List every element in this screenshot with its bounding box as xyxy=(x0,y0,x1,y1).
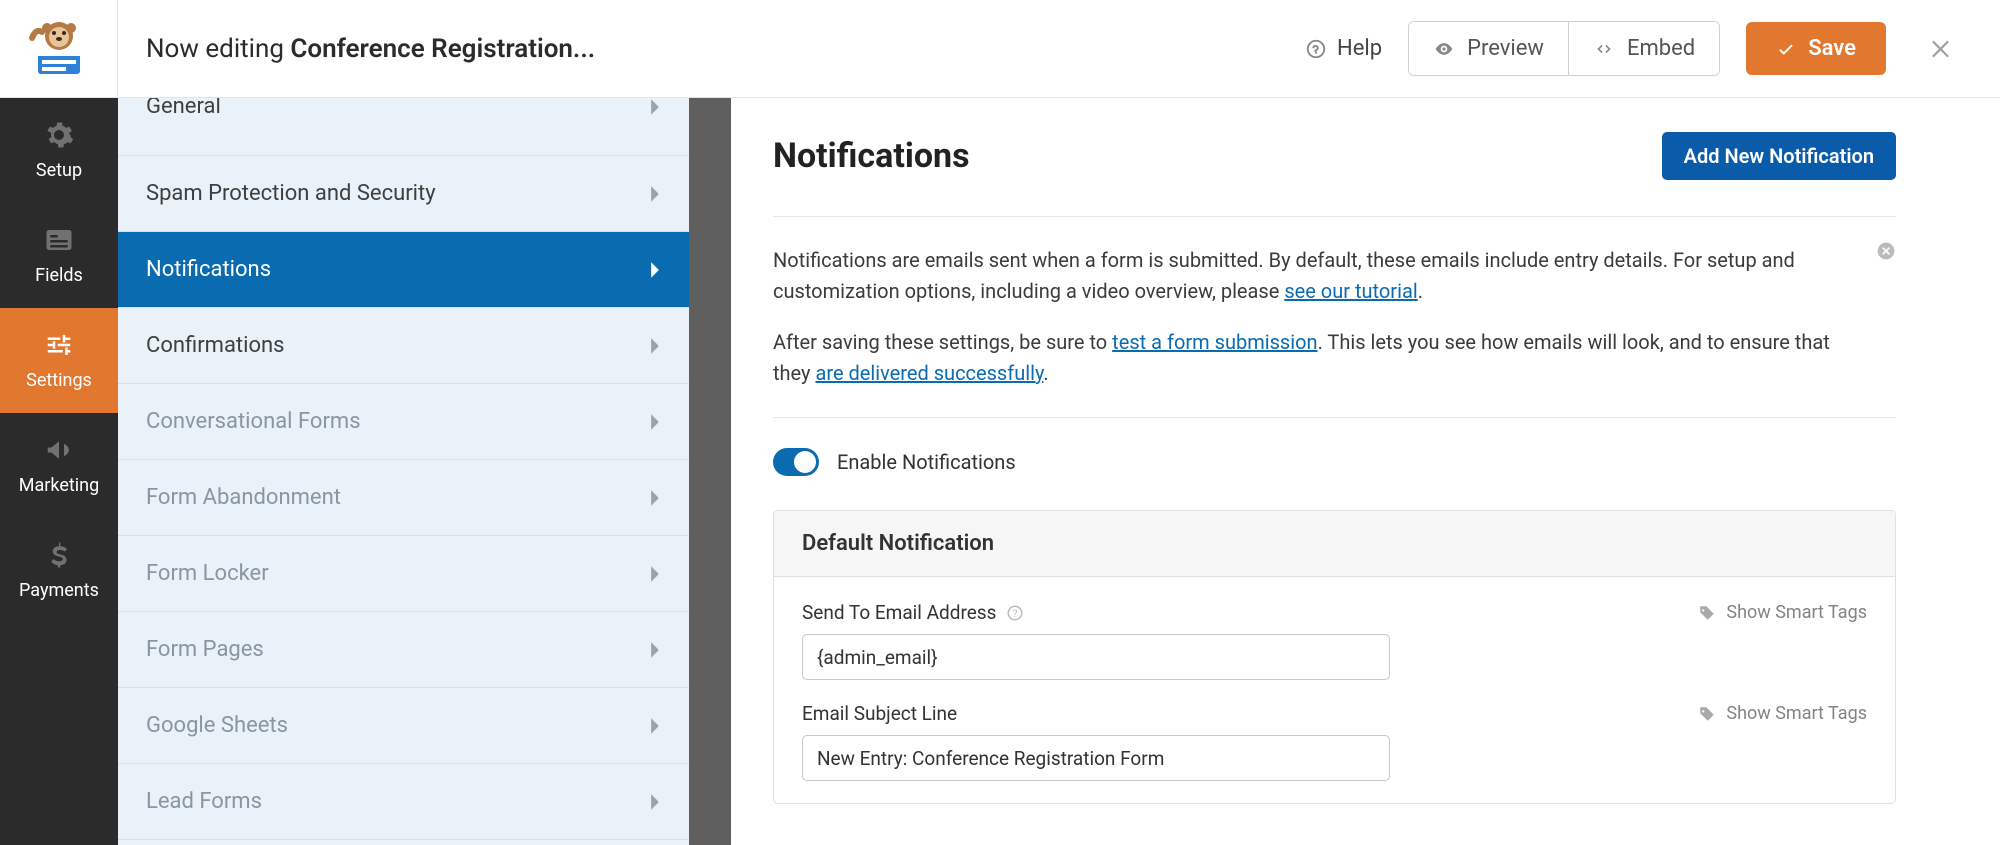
preview-button[interactable]: Preview xyxy=(1409,22,1568,75)
close-circle-icon xyxy=(1876,241,1896,261)
settings-item-label: Spam Protection and Security xyxy=(146,181,436,206)
canvas: Notifications Add New Notification Notif… xyxy=(689,98,1938,845)
settings-item-locker[interactable]: Form Locker xyxy=(118,536,689,612)
smart-tags-label: Show Smart Tags xyxy=(1726,602,1867,623)
card-title: Default Notification xyxy=(774,511,1895,577)
test-submission-link[interactable]: test a form submission xyxy=(1112,330,1317,354)
bear-logo-icon xyxy=(28,20,90,78)
tags-icon xyxy=(1698,705,1716,723)
settings-item-label: General xyxy=(146,98,221,119)
preview-label: Preview xyxy=(1467,36,1544,61)
chevron-right-icon xyxy=(649,641,661,659)
chevron-right-icon xyxy=(649,98,661,116)
settings-item-spam[interactable]: Spam Protection and Security xyxy=(118,156,689,232)
chevron-right-icon xyxy=(649,337,661,355)
close-icon xyxy=(1929,36,1955,62)
editing-label: Now editing Conference Registration... xyxy=(146,34,595,64)
help-link[interactable]: Help xyxy=(1305,36,1382,61)
list-icon xyxy=(44,225,74,255)
rail-settings[interactable]: Settings xyxy=(0,308,118,413)
settings-item-label: Confirmations xyxy=(146,333,285,358)
rail-marketing[interactable]: Marketing xyxy=(0,413,118,518)
send-to-input[interactable] xyxy=(802,634,1390,680)
info-period: . xyxy=(1418,279,1423,303)
save-button[interactable]: Save xyxy=(1746,22,1886,75)
info-text: After saving these settings, be sure to xyxy=(773,330,1112,354)
send-to-label: Send To Email Address ? xyxy=(802,601,1024,624)
settings-item-notifications[interactable]: Notifications xyxy=(118,232,689,308)
settings-item-conversational[interactable]: Conversational Forms xyxy=(118,384,689,460)
chevron-right-icon xyxy=(649,413,661,431)
panel-title: Notifications xyxy=(773,136,970,176)
rail-fields[interactable]: Fields xyxy=(0,203,118,308)
settings-item-sheets[interactable]: Google Sheets xyxy=(118,688,689,764)
tags-icon xyxy=(1698,604,1716,622)
rail-setup-label: Setup xyxy=(36,160,82,181)
help-icon xyxy=(1305,38,1327,60)
smart-tags-label: Show Smart Tags xyxy=(1726,703,1867,724)
svg-text:?: ? xyxy=(1013,608,1018,619)
enable-notifications-toggle[interactable] xyxy=(773,448,819,476)
help-icon[interactable]: ? xyxy=(1006,604,1024,622)
rail-fields-label: Fields xyxy=(35,265,83,286)
settings-item-label: Form Pages xyxy=(146,637,264,662)
info-block: Notifications are emails sent when a for… xyxy=(773,217,1896,418)
tutorial-link[interactable]: see our tutorial xyxy=(1284,279,1417,303)
preview-embed-group: Preview Embed xyxy=(1408,21,1720,76)
chevron-right-icon xyxy=(649,261,661,279)
settings-item-abandonment[interactable]: Form Abandonment xyxy=(118,460,689,536)
chevron-right-icon xyxy=(649,185,661,203)
dismiss-info-button[interactable] xyxy=(1876,239,1896,270)
chevron-right-icon xyxy=(649,565,661,583)
settings-item-label: Form Abandonment xyxy=(146,485,341,510)
add-notification-button[interactable]: Add New Notification xyxy=(1662,132,1896,180)
settings-item-leads[interactable]: Lead Forms xyxy=(118,764,689,840)
settings-item-label: Form Locker xyxy=(146,561,269,586)
embed-button[interactable]: Embed xyxy=(1568,22,1719,75)
settings-item-pages[interactable]: Form Pages xyxy=(118,612,689,688)
smart-tags-button[interactable]: Show Smart Tags xyxy=(1698,602,1867,623)
save-label: Save xyxy=(1808,36,1856,61)
settings-item-label: Lead Forms xyxy=(146,789,262,814)
check-icon xyxy=(1776,40,1796,58)
app-logo[interactable] xyxy=(0,0,118,98)
delivered-link[interactable]: are delivered successfully xyxy=(815,361,1043,385)
settings-list: General Spam Protection and Security Not… xyxy=(118,98,689,845)
settings-item-general[interactable]: General xyxy=(118,98,689,156)
subject-input[interactable] xyxy=(802,735,1390,781)
gear-icon xyxy=(44,120,74,150)
embed-label: Embed xyxy=(1627,36,1695,61)
rail-payments[interactable]: Payments xyxy=(0,518,118,623)
rail-marketing-label: Marketing xyxy=(19,475,99,496)
rail-setup[interactable]: Setup xyxy=(0,98,118,203)
editing-prefix: Now editing xyxy=(146,34,290,64)
smart-tags-button[interactable]: Show Smart Tags xyxy=(1698,703,1867,724)
subject-label: Email Subject Line xyxy=(802,702,957,725)
toggle-label: Enable Notifications xyxy=(837,450,1016,474)
notification-card: Default Notification Send To Email Addre… xyxy=(773,510,1896,804)
right-edge xyxy=(1938,98,2000,845)
notifications-panel: Notifications Add New Notification Notif… xyxy=(731,98,1938,845)
settings-item-label: Notifications xyxy=(146,257,271,282)
rail-payments-label: Payments xyxy=(19,580,99,601)
bullhorn-icon xyxy=(44,435,74,465)
topbar: Now editing Conference Registration... H… xyxy=(118,0,2000,98)
sliders-icon xyxy=(44,330,74,360)
close-button[interactable] xyxy=(1912,36,1972,62)
help-label: Help xyxy=(1337,36,1382,61)
chevron-right-icon xyxy=(649,717,661,735)
dollar-icon xyxy=(44,540,74,570)
code-icon xyxy=(1593,39,1615,59)
chevron-right-icon xyxy=(649,793,661,811)
settings-item-label: Google Sheets xyxy=(146,713,288,738)
left-rail: Setup Fields Settings Marketing Payments xyxy=(0,0,118,845)
info-period: . xyxy=(1043,361,1048,385)
settings-item-label: Conversational Forms xyxy=(146,409,361,434)
rail-settings-label: Settings xyxy=(26,370,92,391)
eye-icon xyxy=(1433,39,1455,59)
form-name: Conference Registration... xyxy=(290,34,595,64)
settings-item-confirmations[interactable]: Confirmations xyxy=(118,308,689,384)
chevron-right-icon xyxy=(649,489,661,507)
